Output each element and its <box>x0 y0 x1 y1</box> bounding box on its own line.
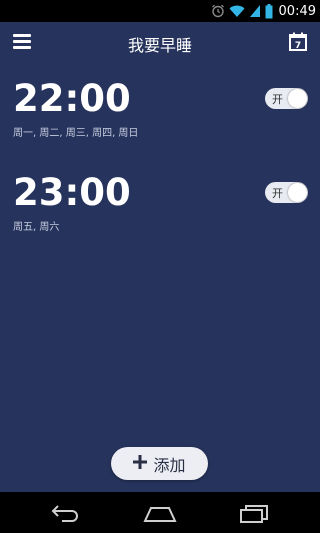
toggle-label: 开 <box>272 187 283 200</box>
recent-apps-icon[interactable] <box>238 502 270 528</box>
signal-icon <box>249 4 261 18</box>
alarm-toggle[interactable]: 开 <box>265 182 308 203</box>
toggle-knob <box>288 183 307 202</box>
status-time: 00:49 <box>278 3 316 19</box>
app-screen: 我要早睡 7 22:00 周一, 周二, 周三, 周四, 周日 开 23:00 … <box>0 22 320 492</box>
add-alarm-button[interactable]: 添加 <box>111 447 208 480</box>
alarm-item[interactable]: 23:00 周五, 周六 开 <box>13 172 308 233</box>
calendar-day: 7 <box>295 41 301 51</box>
alarm-toggle[interactable]: 开 <box>265 88 308 109</box>
wifi-icon <box>229 4 245 18</box>
plus-icon <box>133 454 148 473</box>
alarm-clock-icon <box>211 4 225 18</box>
page-title: 我要早睡 <box>127 36 192 55</box>
alarm-item[interactable]: 22:00 周一, 周二, 周三, 周四, 周日 开 <box>13 78 308 139</box>
status-bar: 00:49 <box>0 0 320 22</box>
status-icons: 00:49 <box>211 0 316 22</box>
back-icon[interactable] <box>50 502 82 528</box>
toggle-label: 开 <box>272 93 283 106</box>
calendar-icon[interactable]: 7 <box>289 32 307 51</box>
alarm-days: 周一, 周二, 周三, 周四, 周日 <box>13 128 139 139</box>
battery-icon <box>265 3 273 19</box>
alarm-time[interactable]: 22:00 <box>13 78 308 120</box>
toggle-knob <box>288 89 307 108</box>
home-icon[interactable] <box>143 502 177 528</box>
top-bar: 我要早睡 7 <box>0 22 320 64</box>
alarm-days: 周五, 周六 <box>13 222 60 233</box>
navigation-bar <box>0 492 320 533</box>
add-alarm-label: 添加 <box>153 455 186 475</box>
alarm-time[interactable]: 23:00 <box>13 172 308 214</box>
